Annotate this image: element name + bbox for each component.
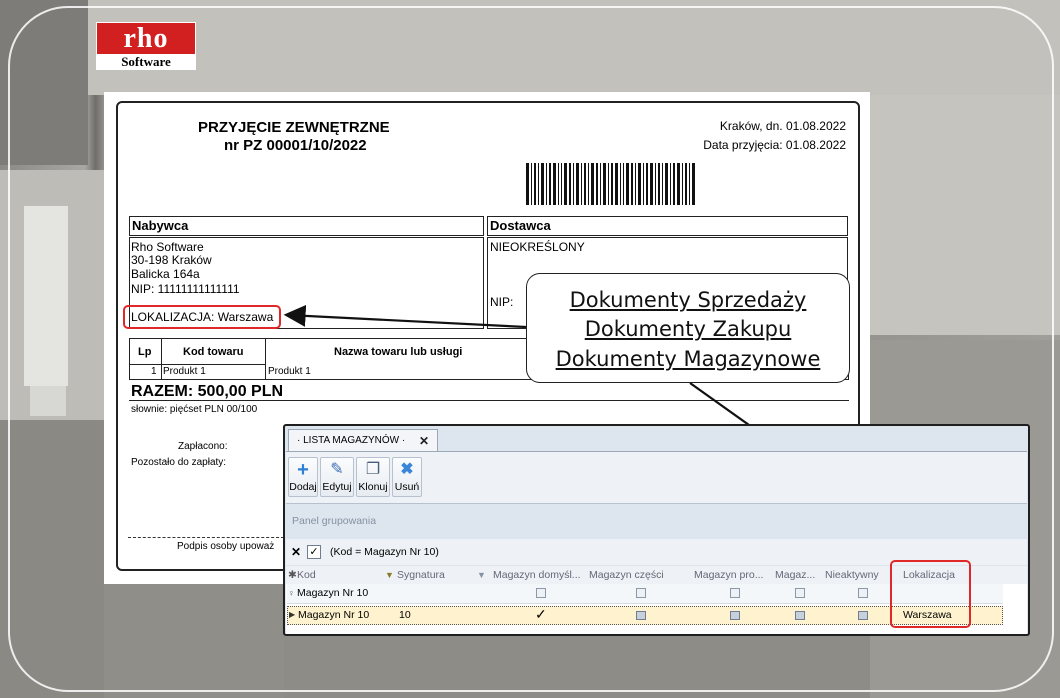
column-default-warehouse[interactable]: Magazyn domyśl... [493,567,581,584]
inactive-checkbox[interactable] [858,611,868,620]
table-header-lp: Lp [138,346,152,358]
column-kod[interactable]: Kod [297,567,316,584]
buyer-line: Rho Software [131,240,204,254]
column-parts-warehouse[interactable]: Magazyn części [589,567,664,584]
default-checkbox-checked[interactable]: ✓ [535,605,547,623]
callout-warehouse: Dokumenty Magazynowe [555,347,821,371]
production-checkbox[interactable] [730,611,740,620]
buyer-header: Nabywca [132,218,189,233]
edit-button[interactable]: ✎ Edytuj [320,457,354,497]
table-header-code: Kod towaru [183,346,244,358]
other-checkbox[interactable] [795,611,805,620]
filter-text: (Kod = Magazyn Nr 10) [330,546,439,558]
sort-icon[interactable]: ▼ [477,567,486,584]
pencil-icon: ✎ [330,461,344,478]
receipt-date: Data przyjęcia: 01.08.2022 [703,138,846,152]
filter-checkbox[interactable] [636,588,646,598]
column-indicator-icon: ✱ [288,569,297,581]
filter-checkbox[interactable] [730,588,740,598]
location-column-highlight [890,560,971,628]
barcode [526,163,695,205]
total-divider [129,400,849,401]
total-amount: RAZEM: 500,00 PLN [131,383,284,400]
callout-sales: Dokumenty Sprzedaży [569,288,807,312]
place-date: Kraków, dn. 01.08.2022 [719,119,846,133]
supplier-nip: NIP: [490,295,514,309]
callout-purchase: Dokumenty Zakupu [584,317,792,341]
filter-checkbox[interactable] [536,588,546,598]
row-pointer-icon: ▶ [289,610,296,619]
supplier-header-box: Dostawca [487,216,848,236]
tab-title: · LISTA MAGAZYNÓW · [297,435,406,446]
supplier-name: NIEOKREŚLONY [490,240,585,254]
add-button-label: Dodaj [289,481,317,493]
supplier-header: Dostawca [490,218,551,233]
filter-checkbox[interactable] [858,588,868,598]
toolbar: + Dodaj ✎ Edytuj ❐ Klonuj ✖ Usuń [286,451,1027,504]
clone-button-label: Klonuj [358,481,388,493]
clone-button[interactable]: ❐ Klonuj [356,457,390,497]
table-header-name: Nazwa towaru lub usługi [334,346,463,358]
clear-filter-icon[interactable]: ✕ [291,539,301,565]
signature-label: Podpis osoby upoważ [177,541,275,552]
column-warehouse-other[interactable]: Magaz... [775,567,815,584]
filter-row-icon: ♀ [288,588,295,598]
filter-row-kod[interactable]: Magazyn Nr 10 [297,584,368,602]
remaining-label: Pozostało do zapłaty: [131,457,227,468]
filter-checkbox[interactable] [795,588,805,598]
amount-in-words: słownie: pięćset PLN 00/100 [131,404,258,415]
delete-button-label: Usuń [394,481,420,493]
column-production-warehouse[interactable]: Magazyn pro... [694,567,763,584]
row-kod: Magazyn Nr 10 [298,609,370,621]
delete-icon: ✖ [400,461,414,478]
column-inactive[interactable]: Nieaktywny [825,567,879,584]
table-cell-code: Produkt 1 [163,366,206,377]
buyer-line: Balicka 164a [131,267,200,281]
row-sygnatura: 10 [399,609,411,621]
table-cell-lp: 1 [151,366,157,377]
document-number: nr PZ 00001/10/2022 [224,137,367,154]
buyer-line: NIP: 11111111111111 [131,282,240,296]
rho-software-logo: rho Software [96,22,196,70]
location-highlight [123,305,281,329]
group-panel[interactable]: Panel grupowania [286,503,1027,538]
buyer-header-box: Nabywca [129,216,484,236]
paid-label: Zapłacono: [178,441,228,452]
add-button[interactable]: + Dodaj [288,457,318,497]
parts-checkbox[interactable] [636,611,646,620]
filter-icon[interactable]: ▼ [385,567,394,584]
table-cell-name: Produkt 1 [268,366,311,377]
filter-enabled-checkbox[interactable]: ✓ [307,545,321,559]
signature-line [128,537,284,538]
tab-warehouse-list[interactable]: · LISTA MAGAZYNÓW · ✕ [288,429,438,451]
copy-icon: ❐ [365,461,381,478]
document-types-callout: Dokumenty Sprzedaży Dokumenty Zakupu Dok… [526,273,850,383]
buyer-line: 30-198 Kraków [131,253,212,267]
document-title: PRZYJĘCIE ZEWNĘTRZNE [198,119,390,136]
column-sygnatura[interactable]: Sygnatura [397,567,445,584]
close-icon[interactable]: ✕ [419,430,429,452]
table-cell [129,364,162,380]
plus-icon: + [297,459,309,481]
edit-button-label: Edytuj [322,481,352,493]
delete-button[interactable]: ✖ Usuń [392,457,422,497]
